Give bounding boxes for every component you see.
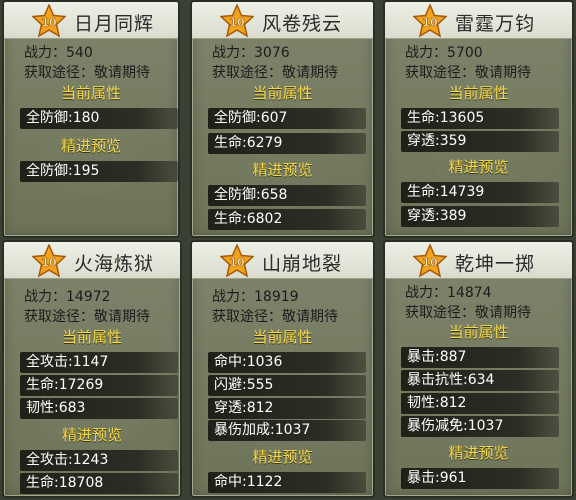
power-line: 战力：5700: [405, 45, 483, 61]
power-line: 战力：14874: [405, 285, 492, 301]
card-header: 10 乾坤一掷: [385, 242, 572, 279]
preview-attr-row: 穿透:389: [401, 206, 559, 227]
level-star-icon: 10: [220, 244, 254, 278]
current-attr-title: 当前属性: [448, 323, 509, 341]
power-line: 战力：14972: [24, 289, 111, 305]
current-attr-title: 当前属性: [448, 84, 509, 102]
card-header: 10 雷霆万钧: [385, 2, 572, 39]
current-attr-title: 当前属性: [252, 84, 313, 102]
svg-text:10: 10: [422, 256, 438, 269]
card-header: 10 日月同辉: [4, 2, 178, 39]
source-line: 获取途径：敬请期待: [405, 305, 531, 321]
preview-attr-row: 全防御:195: [20, 161, 178, 182]
power-line: 战力：3076: [212, 45, 290, 61]
refine-preview-title: 精进预览: [61, 426, 122, 444]
current-attr-row: 韧性:683: [20, 398, 178, 419]
current-attr-row: 穿透:359: [401, 131, 559, 152]
source-line: 获取途径：敬请期待: [212, 309, 338, 325]
source-line: 获取途径：敬请期待: [24, 65, 150, 81]
current-attr-row: 闪避:555: [208, 375, 366, 396]
card-title: 火海炼狱: [74, 253, 155, 275]
card-header: 10 火海炼狱: [4, 242, 180, 279]
preview-attr-row: 暴击:961: [401, 468, 559, 489]
current-attr-row: 暴伤加成:1037: [208, 420, 366, 441]
current-attr-row: 生命:6279: [208, 133, 366, 154]
current-attr-row: 暴伤减免:1037: [401, 416, 559, 437]
preview-attr-row: 全攻击:1243: [20, 450, 178, 471]
card-header: 10 山崩地裂: [192, 242, 373, 279]
current-attr-row: 全攻击:1147: [20, 352, 178, 373]
preview-attr-row: 生命:14739: [401, 182, 559, 203]
source-line: 获取途径：敬请期待: [24, 309, 150, 325]
source-line: 获取途径：敬请期待: [212, 65, 338, 81]
level-star-icon: 10: [32, 244, 66, 278]
power-line: 战力：18919: [212, 289, 299, 305]
current-attr-row: 暴击:887: [401, 347, 559, 368]
card-title: 雷霆万钧: [455, 13, 536, 35]
svg-text:10: 10: [422, 16, 438, 29]
preview-attr-row: 生命:18708: [20, 473, 178, 494]
preview-attr-row: 命中:1122: [208, 472, 366, 493]
skill-card[interactable]: 10 山崩地裂 战力：18919 获取途径：敬请期待 当前属性 命中:1036 …: [190, 240, 375, 498]
refine-preview-title: 精进预览: [448, 158, 509, 176]
svg-text:10: 10: [229, 256, 245, 269]
preview-attr-row: 生命:6802: [208, 209, 366, 230]
level-star-icon: 10: [413, 244, 447, 278]
level-star-icon: 10: [220, 4, 254, 38]
card-title: 乾坤一掷: [455, 253, 536, 275]
card-title: 山崩地裂: [262, 253, 343, 275]
card-title: 风卷残云: [262, 13, 343, 35]
current-attr-row: 全防御:607: [208, 108, 366, 129]
refine-preview-title: 精进预览: [60, 137, 121, 155]
current-attr-row: 生命:13605: [401, 108, 559, 129]
level-star-icon: 10: [413, 4, 447, 38]
current-attr-title: 当前属性: [60, 84, 121, 102]
power-line: 战力：540: [24, 45, 93, 61]
svg-text:10: 10: [41, 256, 57, 269]
current-attr-row: 韧性:812: [401, 393, 559, 414]
current-attr-row: 穿透:812: [208, 398, 366, 419]
current-attr-row: 全防御:180: [20, 108, 178, 129]
skill-card[interactable]: 10 风卷残云 战力：3076 获取途径：敬请期待 当前属性 全防御:607 生…: [190, 0, 375, 238]
refine-preview-title: 精进预览: [252, 448, 313, 466]
skill-card[interactable]: 10 日月同辉 战力：540 获取途径：敬请期待 当前属性 全防御:180 精进…: [2, 0, 180, 238]
svg-text:10: 10: [41, 16, 57, 29]
level-star-icon: 10: [32, 4, 66, 38]
current-attr-row: 暴击抗性:634: [401, 370, 559, 391]
card-title: 日月同辉: [74, 13, 155, 35]
skill-card[interactable]: 10 乾坤一掷 战力：14874 获取途径：敬请期待 当前属性 暴击:887 暴…: [383, 240, 574, 498]
current-attr-row: 命中:1036: [208, 352, 366, 373]
preview-attr-row: 全防御:658: [208, 185, 366, 206]
source-line: 获取途径：敬请期待: [405, 65, 531, 81]
skill-card-grid: 10 日月同辉 战力：540 获取途径：敬请期待 当前属性 全防御:180 精进…: [0, 0, 576, 500]
refine-preview-title: 精进预览: [448, 444, 509, 462]
skill-card[interactable]: 10 雷霆万钧 战力：5700 获取途径：敬请期待 当前属性 生命:13605 …: [383, 0, 574, 238]
current-attr-title: 当前属性: [252, 328, 313, 346]
card-header: 10 风卷残云: [192, 2, 373, 39]
current-attr-row: 生命:17269: [20, 375, 178, 396]
current-attr-title: 当前属性: [61, 328, 122, 346]
refine-preview-title: 精进预览: [252, 161, 313, 179]
svg-text:10: 10: [229, 16, 245, 29]
skill-card[interactable]: 10 火海炼狱 战力：14972 获取途径：敬请期待 当前属性 全攻击:1147…: [2, 240, 182, 498]
